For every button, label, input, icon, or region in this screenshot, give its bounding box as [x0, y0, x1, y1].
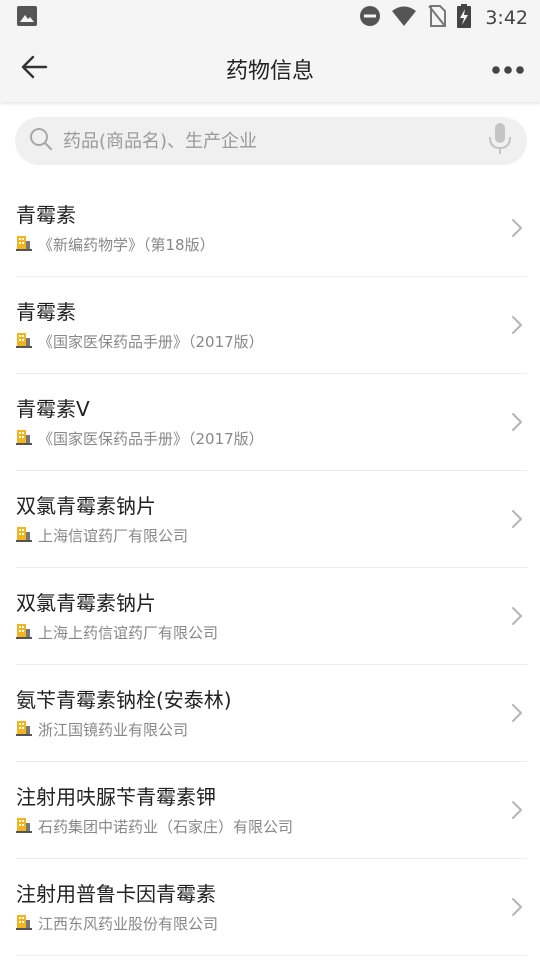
drug-name: 青霉素V: [16, 397, 90, 421]
drug-source: 上海上药信谊药厂有限公司: [16, 622, 218, 643]
drug-source: 《国家医保药品手册》（2017版）: [16, 331, 264, 352]
chevron-right-icon: [511, 315, 523, 339]
status-time: 3:42: [485, 7, 528, 29]
page-title: 药物信息: [225, 59, 314, 84]
drug-name: 氨苄青霉素钠栓(安泰林): [16, 688, 232, 712]
chevron-right-icon: [511, 703, 523, 727]
list-item[interactable]: 双氯青霉素钠片 上海上药信谊药厂有限公司: [16, 568, 527, 665]
list-item[interactable]: 青霉素 《新编药物学》（第18版）: [16, 180, 527, 277]
building-icon: [16, 429, 32, 449]
chevron-right-icon: [511, 218, 523, 242]
source-text: 《新编药物学》（第18版）: [38, 236, 215, 254]
source-text: 《国家医保药品手册》（2017版）: [38, 333, 264, 351]
image-icon: [16, 5, 38, 31]
list-item[interactable]: 注射用呋脲苄青霉素钾 石药集团中诺药业（石家庄）有限公司: [16, 762, 527, 859]
building-icon: [16, 720, 32, 740]
source-text: 江西东风药业股份有限公司: [38, 915, 219, 933]
building-icon: [16, 817, 32, 837]
chevron-right-icon: [511, 509, 523, 533]
chevron-right-icon: [511, 800, 523, 824]
drug-source: 《新编药物学》（第18版）: [16, 234, 215, 255]
list-item[interactable]: 青霉素 《国家医保药品手册》（2017版）: [16, 277, 527, 374]
building-icon: [16, 526, 32, 546]
do-not-disturb-icon: [359, 5, 381, 31]
microphone-icon[interactable]: [487, 122, 513, 160]
drug-name: 青霉素: [16, 203, 76, 227]
drug-source: 《国家医保药品手册》（2017版）: [16, 428, 264, 449]
app-bar: 药物信息: [0, 36, 540, 102]
drug-name: 注射用呋脲苄青霉素钾: [16, 785, 216, 809]
source-text: 上海信谊药厂有限公司: [38, 527, 189, 545]
drug-source: 石药集团中诺药业（石家庄）有限公司: [16, 816, 293, 837]
list-item[interactable]: 双氯青霉素钠片 上海信谊药厂有限公司: [16, 471, 527, 568]
drug-name: 双氯青霉素钠片: [16, 494, 156, 518]
building-icon: [16, 914, 32, 934]
drug-name: 青霉素: [16, 300, 76, 324]
list-item[interactable]: 青霉素V 《国家医保药品手册》（2017版）: [16, 374, 527, 471]
building-icon: [16, 623, 32, 643]
drug-source: 江西东风药业股份有限公司: [16, 913, 218, 934]
chevron-right-icon: [511, 412, 523, 436]
more-horizontal-icon: [491, 60, 525, 79]
list-item[interactable]: 注射用普鲁卡因青霉素 江西东风药业股份有限公司: [16, 859, 527, 956]
search-box: [15, 117, 527, 165]
drug-name: 注射用普鲁卡因青霉素: [16, 882, 216, 906]
search-icon: [29, 127, 53, 155]
source-text: 上海上药信谊药厂有限公司: [38, 624, 219, 642]
more-button[interactable]: [490, 51, 526, 87]
source-text: 浙江国镜药业有限公司: [38, 721, 189, 739]
drug-source: 上海信谊药厂有限公司: [16, 525, 188, 546]
search-input[interactable]: [63, 130, 487, 152]
drug-list: 青霉素 《新编药物学》（第18版） 青霉素 《国家医保药品手册》（2017版） …: [0, 180, 540, 956]
list-item[interactable]: 氨苄青霉素钠栓(安泰林) 浙江国镜药业有限公司: [16, 665, 527, 762]
drug-name: 双氯青霉素钠片: [16, 591, 156, 615]
search-bar: [15, 117, 527, 165]
arrow-left-icon: [19, 52, 49, 86]
wifi-icon: [391, 5, 417, 31]
battery-charging-icon: [457, 4, 472, 32]
back-button[interactable]: [16, 51, 52, 87]
chevron-right-icon: [511, 606, 523, 630]
source-text: 《国家医保药品手册》（2017版）: [38, 430, 264, 448]
no-sim-icon: [427, 4, 447, 32]
source-text: 石药集团中诺药业（石家庄）有限公司: [38, 818, 294, 836]
building-icon: [16, 235, 32, 255]
building-icon: [16, 332, 32, 352]
drug-source: 浙江国镜药业有限公司: [16, 719, 188, 740]
chevron-right-icon: [511, 897, 523, 921]
status-bar: 3:42: [0, 0, 540, 36]
